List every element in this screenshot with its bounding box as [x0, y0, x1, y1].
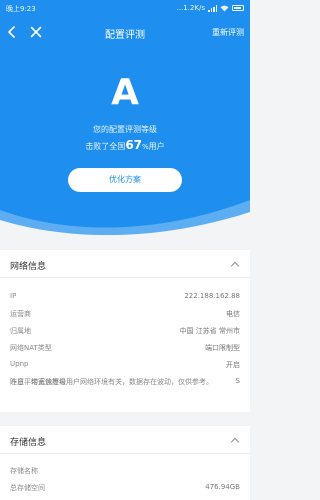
storage-info-panel: 存储信息 存储名称 总存储空间 476.94GB: [0, 426, 250, 500]
row-label: 运营商: [10, 310, 31, 318]
beat-suffix: 用户: [148, 142, 165, 151]
storage-info-header[interactable]: 存储信息: [0, 426, 250, 454]
network-info-rows: IP 222.188.162.88 运营商 电信 归属地 中国 江苏省 常州市 …: [0, 288, 250, 390]
info-row-ip: IP 222.188.162.88: [0, 288, 250, 305]
row-value: 电信: [226, 310, 240, 318]
storage-info-rows: 存储名称 总存储空间 476.94GB: [0, 462, 250, 496]
row-value: 端口限制型: [205, 344, 240, 352]
row-label: 网络NAT类型: [10, 344, 52, 352]
grade-label: 您的配置评测等级: [93, 125, 157, 134]
status-time: 晚上9:23: [6, 5, 36, 13]
info-row-total-storage: 总存储空间 476.94GB: [0, 479, 250, 496]
row-value: 开启: [226, 361, 240, 369]
row-label: 总存储空间: [10, 484, 45, 492]
wifi-icon: [220, 5, 229, 11]
retest-button[interactable]: 重新评测: [212, 27, 244, 38]
beat-percent: 67: [125, 138, 143, 152]
wave-divider: [0, 200, 250, 246]
grade-letter: A: [111, 72, 139, 113]
chevron-up-icon[interactable]: [230, 436, 240, 444]
screen: 晚上9:23 ...1.2K/s 配置评测 重新评测 A 您的配置评测等级 击败…: [0, 0, 250, 500]
chevron-up-icon[interactable]: [230, 260, 240, 268]
info-row-upnp: Upnp 开启: [0, 356, 250, 373]
row-value: 中国 江苏省 常州市: [179, 327, 240, 335]
network-info-header[interactable]: 网络信息: [0, 250, 250, 278]
optimize-button[interactable]: 优化方案: [68, 168, 182, 192]
info-row-location: 归属地 中国 江苏省 常州市: [0, 322, 250, 339]
info-row-nat: 网络NAT类型 端口限制型: [0, 339, 250, 356]
network-speed: ...1.2K/s: [176, 4, 205, 12]
network-info-title: 网络信息: [10, 262, 47, 272]
row-label: IP: [10, 292, 17, 300]
info-row-storage-name: 存储名称: [0, 462, 250, 479]
row-value: 476.94GB: [205, 483, 240, 491]
beat-prefix: 击败了全国: [85, 142, 126, 151]
info-row-isp: 运营商 电信: [0, 305, 250, 322]
beat-percent-unit: %: [142, 143, 149, 151]
row-value: S: [235, 377, 240, 385]
beat-percent-line: 击败了全国67%用户: [0, 138, 250, 152]
row-label: 存储名称: [10, 467, 38, 475]
row-value: 222.188.162.88: [184, 292, 240, 300]
signal-icon: [208, 4, 217, 12]
row-label: Upnp: [10, 360, 29, 368]
network-info-panel: 网络信息 IP 222.188.162.88 运营商 电信 归属地 中国 江苏省…: [0, 250, 250, 412]
row-label: 归属地: [10, 327, 31, 335]
bandwidth-note: 注意：带宽速度与用户网络环境有关，数据存在波动，仅供参考。: [10, 378, 213, 386]
battery-icon: [232, 5, 244, 11]
status-bar: 晚上9:23 ...1.2K/s: [0, 0, 250, 16]
storage-info-title: 存储信息: [10, 438, 47, 448]
title-bar: 配置评测 重新评测: [0, 18, 250, 46]
status-icons: ...1.2K/s: [177, 4, 244, 12]
